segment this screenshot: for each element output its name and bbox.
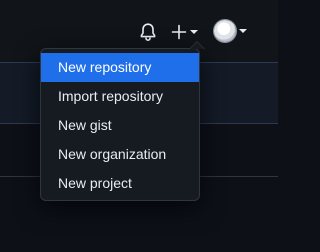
menu-item-new-project[interactable]: New project <box>41 169 199 198</box>
menu-item-new-gist[interactable]: New gist <box>41 111 199 140</box>
menu-item-new-repository[interactable]: New repository <box>41 53 199 82</box>
menu-item-import-repository[interactable]: Import repository <box>41 82 199 111</box>
plus-icon <box>171 24 187 40</box>
menu-item-new-organization[interactable]: New organization <box>41 140 199 169</box>
bell-icon <box>140 23 156 41</box>
user-menu-button[interactable] <box>214 19 250 43</box>
menu-pointer-fill <box>190 42 204 49</box>
caret-down-icon <box>190 30 198 34</box>
create-new-dropdown-menu: New repository Import repository New gis… <box>40 41 205 201</box>
page: New repository Import repository New gis… <box>0 0 278 252</box>
avatar <box>214 20 236 42</box>
menu-list: New repository Import repository New gis… <box>41 53 199 198</box>
caret-down-icon <box>239 29 247 33</box>
create-new-button[interactable] <box>171 22 201 42</box>
notifications-button[interactable] <box>139 22 157 42</box>
